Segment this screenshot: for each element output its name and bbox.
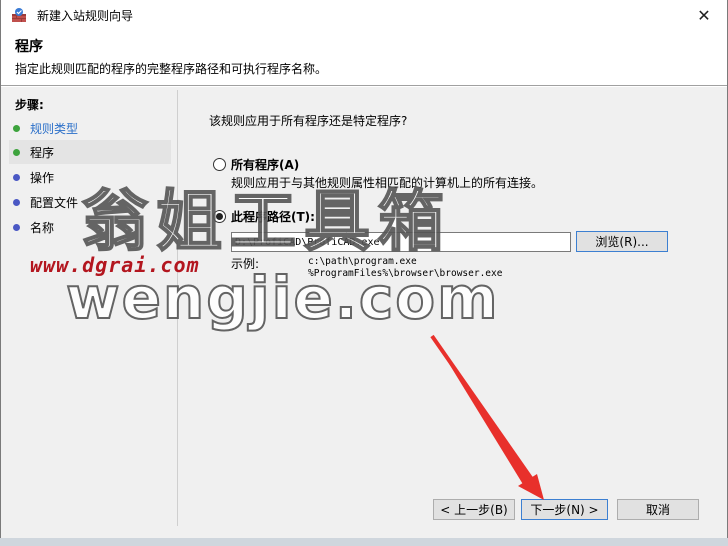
- all-programs-radio[interactable]: 所有程序(A): [213, 156, 299, 173]
- content-panel: 该规则应用于所有程序还是特定程序? 所有程序(A) 规则应用于与其他规则属性相匹…: [178, 90, 720, 526]
- title-bar: 新建入站规则向导 ✕: [1, 0, 727, 30]
- step-done-dot-icon: [13, 124, 20, 132]
- step-label: 操作: [30, 170, 55, 185]
- this-program-label: 此程序路径(T):: [231, 210, 315, 224]
- step-action: 操作: [9, 165, 171, 189]
- step-profile: 配置文件: [9, 190, 171, 214]
- all-programs-label: 所有程序(A): [231, 158, 300, 172]
- page-title: 程序: [15, 39, 43, 55]
- browse-button[interactable]: 浏览(R)...: [576, 231, 668, 252]
- step-label: 名称: [30, 220, 55, 235]
- step-done-dot-icon: [13, 148, 20, 156]
- step-pending-dot-icon: [13, 173, 20, 181]
- step-label: 程序: [30, 145, 55, 160]
- firewall-icon: [11, 7, 27, 23]
- example-paths: c:\path\program.exe %ProgramFiles%\brows…: [308, 256, 502, 280]
- page-description: 指定此规则匹配的程序的完整程序路径和可执行程序名称。: [15, 62, 328, 76]
- background-taskbar: [0, 538, 728, 546]
- steps-heading: 步骤:: [15, 98, 44, 112]
- example-path-line: c:\path\program.exe: [308, 256, 417, 267]
- radio-unselected-icon: [213, 158, 226, 171]
- wizard-window: 新建入站规则向导 ✕ 程序 指定此规则匹配的程序的完整程序路径和可执行程序名称。…: [0, 0, 728, 538]
- all-programs-description: 规则应用于与其他规则属性相匹配的计算机上的所有连接。: [231, 176, 544, 190]
- close-button[interactable]: ✕: [681, 0, 727, 30]
- step-label: 规则类型: [30, 121, 79, 136]
- back-button[interactable]: < 上一步(B): [433, 499, 515, 520]
- this-program-radio[interactable]: 此程序路径(T):: [213, 208, 315, 225]
- cancel-button[interactable]: 取消: [617, 499, 699, 520]
- question-text: 该规则应用于所有程序还是特定程序?: [209, 114, 408, 128]
- example-path-line: %ProgramFiles%\browser\browser.exe: [308, 268, 503, 279]
- example-label: 示例:: [231, 257, 260, 271]
- step-label: 配置文件: [30, 195, 79, 210]
- step-pending-dot-icon: [13, 223, 20, 231]
- program-path-input[interactable]: [231, 232, 571, 252]
- radio-selected-icon: [213, 210, 226, 223]
- close-icon: ✕: [697, 5, 711, 25]
- step-rule-type[interactable]: 规则类型: [9, 116, 171, 140]
- step-pending-dot-icon: [13, 198, 20, 206]
- window-title: 新建入站规则向导: [37, 9, 134, 23]
- next-button[interactable]: 下一步(N) >: [521, 499, 608, 520]
- step-program[interactable]: 程序: [9, 140, 171, 164]
- steps-panel: 步骤: 规则类型 程序 操作 配置文件 名称: [9, 90, 174, 526]
- step-name: 名称: [9, 215, 171, 239]
- page-header: 程序 指定此规则匹配的程序的完整程序路径和可执行程序名称。: [1, 30, 727, 86]
- wizard-body: 步骤: 规则类型 程序 操作 配置文件 名称 该规则应用于所有程序还是特定程序?…: [1, 87, 727, 538]
